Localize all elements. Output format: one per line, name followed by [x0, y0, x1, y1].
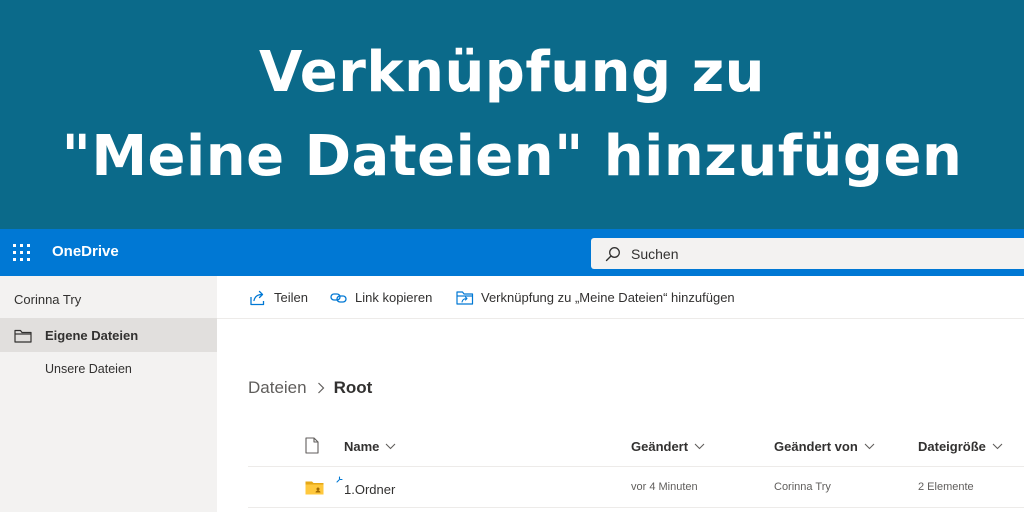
banner-title-line-2: "Meine Dateien" hinzufügen — [61, 123, 963, 189]
new-item-icon — [336, 476, 343, 483]
app-bar: OneDrive — [0, 229, 1024, 276]
chevron-down-icon — [694, 443, 705, 450]
app-name[interactable]: OneDrive — [52, 243, 119, 260]
breadcrumb-item-root[interactable]: Root — [334, 378, 373, 398]
folder-shortcut-icon — [456, 290, 474, 305]
title-banner: Verknüpfung zu "Meine Dateien" hinzufüge… — [0, 0, 1024, 229]
add-shortcut-button[interactable]: Verknüpfung zu „Meine Dateien“ hinzufüge… — [456, 276, 735, 319]
column-header-label: Name — [344, 439, 380, 454]
column-header-label: Dateigröße — [918, 439, 986, 454]
share-label: Teilen — [274, 290, 308, 305]
chevron-down-icon — [864, 443, 875, 450]
column-header-name[interactable]: Name — [344, 439, 396, 454]
column-header-label: Geändert von — [774, 439, 858, 454]
file-list-header: Name Geändert Geändert von Dateigröße — [248, 426, 1024, 467]
column-header-modified-by[interactable]: Geändert von — [774, 439, 875, 454]
shared-folder-icon — [305, 481, 324, 495]
nav-item-our-files[interactable]: Unsere Dateien — [0, 352, 217, 386]
column-header-size[interactable]: Dateigröße — [918, 439, 1003, 454]
column-header-label: Geändert — [631, 439, 689, 454]
user-name: Corinna Try — [14, 292, 82, 307]
copy-link-label: Link kopieren — [355, 290, 433, 305]
breadcrumb: Dateien Root — [248, 378, 372, 398]
nav-item-label: Unsere Dateien — [45, 362, 132, 376]
search-input[interactable] — [631, 245, 991, 262]
breadcrumb-item-files[interactable]: Dateien — [248, 378, 307, 398]
file-type-icon[interactable] — [305, 437, 319, 454]
nav-item-my-files[interactable]: Eigene Dateien — [0, 318, 217, 352]
add-shortcut-label: Verknüpfung zu „Meine Dateien“ hinzufüge… — [481, 290, 735, 305]
size-cell: 2 Elemente — [918, 481, 974, 493]
search-box[interactable] — [591, 238, 1024, 269]
app-launcher-icon[interactable] — [13, 244, 30, 261]
search-icon — [605, 246, 620, 261]
table-row[interactable]: 1.Ordner vor 4 Minuten Corinna Try 2 Ele… — [248, 468, 1024, 508]
banner-title-line-1: Verknüpfung zu — [258, 39, 766, 105]
chevron-down-icon — [992, 443, 1003, 450]
nav-item-label: Eigene Dateien — [45, 327, 139, 343]
modified-by-cell: Corinna Try — [774, 481, 831, 493]
share-button[interactable]: Teilen — [249, 276, 308, 319]
chevron-right-icon — [317, 382, 324, 394]
file-name[interactable]: 1.Ordner — [344, 482, 395, 497]
chevron-down-icon — [386, 443, 396, 450]
modified-cell: vor 4 Minuten — [631, 481, 698, 493]
folder-icon — [14, 329, 32, 343]
copy-link-button[interactable]: Link kopieren — [330, 276, 432, 319]
share-icon — [250, 290, 265, 305]
column-header-modified[interactable]: Geändert — [631, 439, 705, 454]
link-icon — [330, 292, 347, 303]
command-bar: Teilen Link kopieren Verknüpfung zu „Mei… — [217, 276, 1024, 319]
left-nav: Corinna Try Eigene Dateien Unsere Dateie… — [0, 276, 217, 512]
